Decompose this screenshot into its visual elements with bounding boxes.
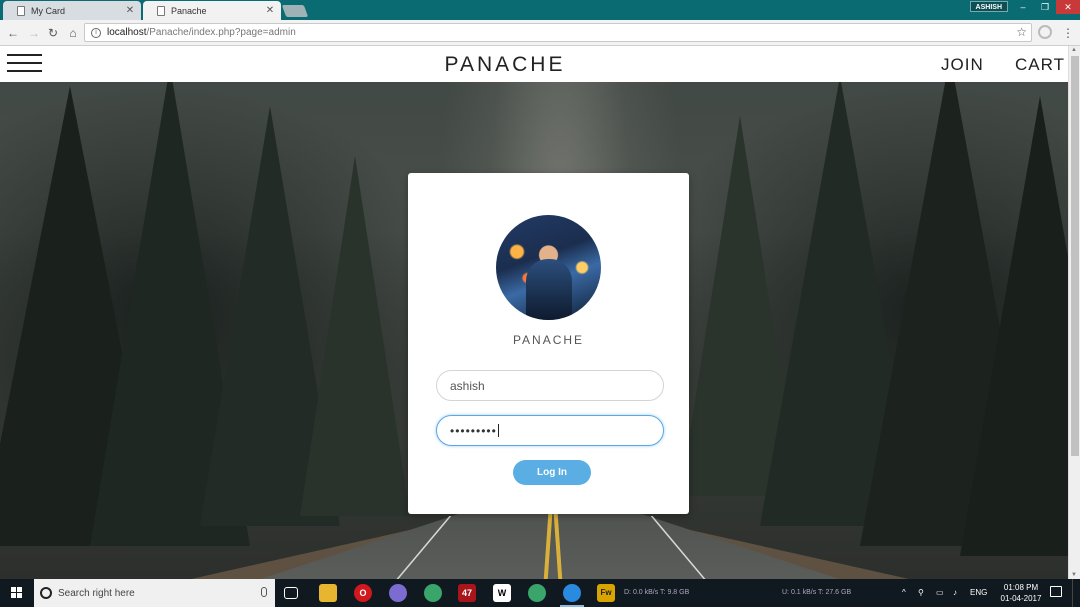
volume-icon[interactable]: ♪ — [953, 588, 957, 597]
username-input[interactable]: ashish — [436, 370, 664, 401]
tab-panache[interactable]: Panache ✕ — [143, 1, 281, 20]
cortana-icon — [40, 587, 52, 599]
show-desktop-button[interactable] — [1072, 579, 1075, 607]
profile-badge[interactable]: ASHISH — [969, 1, 1008, 12]
clock-date: 01-04-2017 — [1000, 594, 1042, 603]
page-scrollbar[interactable]: ▲ ▼ — [1068, 46, 1080, 579]
page-icon — [157, 5, 165, 16]
address-bar[interactable]: i localhost/Panache/index.php?page=admin… — [84, 23, 1032, 42]
password-input[interactable]: ••••••••• — [436, 415, 664, 446]
close-icon[interactable]: ✕ — [123, 5, 137, 16]
back-arrow-icon[interactable]: ← — [5, 25, 21, 41]
net-stats-2: U: 0.1 kB/s T: 27.6 GB — [782, 589, 852, 596]
reload-icon[interactable]: ↻ — [45, 25, 61, 41]
join-link[interactable]: JOIN — [941, 55, 984, 75]
scroll-up-icon[interactable]: ▲ — [1071, 47, 1077, 53]
bookmark-star-icon[interactable]: ☆ — [1016, 25, 1027, 39]
battery-icon[interactable]: ▭ — [936, 588, 944, 597]
fireworks-icon[interactable]: Fw — [597, 584, 615, 602]
browser-toolbar: ← → ↻ ⌂ i localhost/Panache/index.php?pa… — [0, 20, 1080, 46]
profile-avatar — [496, 215, 601, 320]
notification-center-icon[interactable] — [1050, 586, 1062, 597]
forward-arrow-icon[interactable]: → — [26, 25, 42, 41]
tab-title: Panache — [171, 5, 207, 16]
new-tab-button[interactable] — [281, 5, 309, 17]
tab-title: My Card — [31, 5, 66, 16]
login-button[interactable]: Log In — [513, 460, 591, 485]
site-header: PANACHE JOIN CART — [0, 46, 1068, 82]
app-icon[interactable] — [389, 584, 407, 602]
net-stats-1: D: 0.0 kB/s T: 9.8 GB — [624, 589, 690, 596]
scroll-down-icon[interactable]: ▼ — [1071, 572, 1077, 578]
username-value: ashish — [450, 378, 485, 393]
clock-time: 01:08 PM — [1003, 583, 1039, 592]
badge-app-icon[interactable]: 47 — [458, 584, 476, 602]
extension-icon[interactable] — [1038, 25, 1052, 39]
background-tree — [300, 156, 410, 516]
background-tree — [960, 96, 1068, 556]
restore-icon[interactable]: ❐ — [1034, 0, 1056, 14]
task-view-icon[interactable] — [284, 587, 298, 599]
cart-link[interactable]: CART — [1015, 55, 1065, 75]
home-icon[interactable]: ⌂ — [65, 25, 81, 41]
text-caret — [497, 424, 499, 437]
browser-menu-icon[interactable]: ⋮ — [1062, 25, 1074, 41]
windows-taskbar: Search right here O 47 W Fw D: 0.0 kB/s … — [0, 579, 1080, 607]
screen: My Card ✕ Panache ✕ ASHISH – ❐ ✕ ← → ↻ ⌂… — [0, 0, 1080, 607]
taskbar-search[interactable]: Search right here — [34, 579, 275, 607]
app-icon[interactable]: W — [493, 584, 511, 602]
microphone-icon[interactable] — [261, 587, 267, 597]
site-logo[interactable]: PANACHE — [0, 53, 1010, 77]
close-icon[interactable]: ✕ — [263, 5, 277, 16]
taskbar-clock[interactable]: 01:08 PM 01-04-2017 — [996, 582, 1046, 604]
avatar-figure — [526, 259, 572, 320]
opera-icon[interactable]: O — [354, 584, 372, 602]
card-brand: PANACHE — [512, 333, 585, 347]
page-icon — [17, 5, 25, 16]
page-viewport: PANACHE JOIN CART PANACHE ashish •••••••… — [0, 46, 1068, 579]
search-placeholder: Search right here — [58, 587, 135, 599]
app-icon[interactable] — [424, 584, 442, 602]
scroll-thumb[interactable] — [1071, 56, 1079, 456]
wifi-icon[interactable]: ⚲ — [918, 588, 924, 597]
url-path: /Panache/index.php?page=admin — [146, 27, 296, 38]
browser-tab-strip: My Card ✕ Panache ✕ ASHISH – ❐ ✕ — [0, 0, 1080, 20]
close-window-icon[interactable]: ✕ — [1056, 0, 1080, 14]
tray-chevron-icon[interactable]: ^ — [902, 588, 906, 597]
chrome-icon[interactable] — [563, 584, 581, 602]
password-value: ••••••••• — [450, 423, 497, 438]
app-icon[interactable] — [528, 584, 546, 602]
minimize-icon[interactable]: – — [1012, 0, 1034, 14]
url-host: localhost — [107, 27, 147, 38]
info-icon[interactable]: i — [91, 27, 101, 38]
file-explorer-icon[interactable] — [319, 584, 337, 602]
tab-my-card[interactable]: My Card ✕ — [3, 1, 141, 20]
language-indicator[interactable]: ENG — [970, 588, 987, 597]
login-card: PANACHE ashish ••••••••• Log In — [408, 173, 689, 514]
windows-start-icon[interactable] — [0, 579, 34, 607]
